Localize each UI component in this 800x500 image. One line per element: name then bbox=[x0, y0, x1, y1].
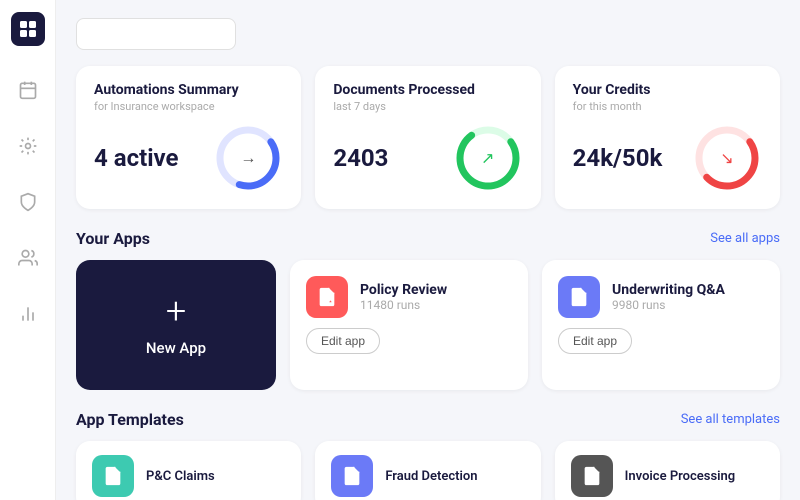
credits-donut-icon: ↘ bbox=[720, 149, 733, 168]
your-apps-section-header: Your Apps See all apps bbox=[76, 229, 780, 248]
fraud-detection-icon bbox=[331, 455, 373, 497]
underwriting-runs: 9980 runs bbox=[612, 298, 725, 312]
main-content: Automations Summary for Insurance worksp… bbox=[56, 0, 800, 500]
credits-value: 24k/50k bbox=[573, 144, 663, 172]
pc-claims-name: P&C Claims bbox=[146, 469, 215, 484]
invoice-processing-icon bbox=[571, 455, 613, 497]
sidebar-item-ai[interactable] bbox=[10, 128, 46, 164]
automations-donut-icon: → bbox=[240, 148, 256, 168]
summary-cards-row: Automations Summary for Insurance worksp… bbox=[76, 66, 780, 209]
sidebar-item-analytics[interactable] bbox=[10, 296, 46, 332]
sidebar-item-users[interactable] bbox=[10, 240, 46, 276]
svg-text:★: ★ bbox=[328, 300, 332, 304]
automations-value: 4 active bbox=[94, 144, 179, 172]
sidebar-item-calendar[interactable] bbox=[10, 72, 46, 108]
new-app-card[interactable]: + New App bbox=[76, 260, 276, 390]
your-apps-title: Your Apps bbox=[76, 229, 150, 248]
documents-card-title: Documents Processed bbox=[333, 82, 522, 98]
see-all-templates-link[interactable]: See all templates bbox=[681, 412, 780, 427]
new-app-plus-icon: + bbox=[166, 293, 186, 329]
underwriting-qa-app-card: Underwriting Q&A 9980 runs Edit app bbox=[542, 260, 780, 390]
underwriting-header: Underwriting Q&A 9980 runs bbox=[558, 276, 764, 318]
sidebar-item-security[interactable] bbox=[10, 184, 46, 220]
invoice-processing-name: Invoice Processing bbox=[625, 469, 736, 484]
pc-claims-icon bbox=[92, 455, 134, 497]
template-card-fraud-detection[interactable]: Fraud Detection bbox=[315, 441, 540, 500]
credits-donut: ↘ bbox=[692, 123, 762, 193]
underwriting-icon bbox=[558, 276, 600, 318]
policy-review-app-card: ★ Policy Review 11480 runs Edit app bbox=[290, 260, 528, 390]
app-templates-section-header: App Templates See all templates bbox=[76, 410, 780, 429]
documents-value: 2403 bbox=[333, 144, 388, 172]
automations-donut: → bbox=[213, 123, 283, 193]
policy-review-info: Policy Review 11480 runs bbox=[360, 282, 447, 312]
automations-summary-card: Automations Summary for Insurance worksp… bbox=[76, 66, 301, 209]
documents-card-body: 2403 ↗ bbox=[333, 123, 522, 193]
apps-grid: + New App ★ Policy Review bbox=[76, 260, 780, 390]
automations-card-title: Automations Summary bbox=[94, 82, 283, 98]
documents-donut: ↗ bbox=[453, 123, 523, 193]
template-card-invoice-processing[interactable]: Invoice Processing bbox=[555, 441, 780, 500]
top-bar bbox=[76, 18, 780, 50]
automations-card-subtitle: for Insurance workspace bbox=[94, 100, 283, 113]
policy-review-icon: ★ bbox=[306, 276, 348, 318]
template-card-pc-claims[interactable]: P&C Claims bbox=[76, 441, 301, 500]
automations-card-body: 4 active → bbox=[94, 123, 283, 193]
underwriting-edit-button[interactable]: Edit app bbox=[558, 328, 632, 354]
sidebar bbox=[0, 0, 56, 500]
fraud-detection-name: Fraud Detection bbox=[385, 469, 477, 484]
documents-card-subtitle: last 7 days bbox=[333, 100, 522, 113]
documents-summary-card: Documents Processed last 7 days 2403 ↗ bbox=[315, 66, 540, 209]
credits-card-subtitle: for this month bbox=[573, 100, 762, 113]
app-templates-title: App Templates bbox=[76, 410, 184, 429]
see-all-apps-link[interactable]: See all apps bbox=[710, 231, 780, 246]
underwriting-name: Underwriting Q&A bbox=[612, 282, 725, 298]
policy-review-edit-button[interactable]: Edit app bbox=[306, 328, 380, 354]
new-app-label: New App bbox=[146, 339, 206, 357]
templates-row: P&C Claims Fraud Detection Invoice Proce… bbox=[76, 441, 780, 500]
underwriting-info: Underwriting Q&A 9980 runs bbox=[612, 282, 725, 312]
app-logo[interactable] bbox=[11, 12, 45, 46]
search-input[interactable] bbox=[76, 18, 236, 50]
credits-card-body: 24k/50k ↘ bbox=[573, 123, 762, 193]
policy-review-name: Policy Review bbox=[360, 282, 447, 298]
documents-donut-icon: ↗ bbox=[481, 149, 494, 168]
credits-card-title: Your Credits bbox=[573, 82, 762, 98]
policy-review-header: ★ Policy Review 11480 runs bbox=[306, 276, 512, 318]
credits-summary-card: Your Credits for this month 24k/50k ↘ bbox=[555, 66, 780, 209]
policy-review-runs: 11480 runs bbox=[360, 298, 447, 312]
